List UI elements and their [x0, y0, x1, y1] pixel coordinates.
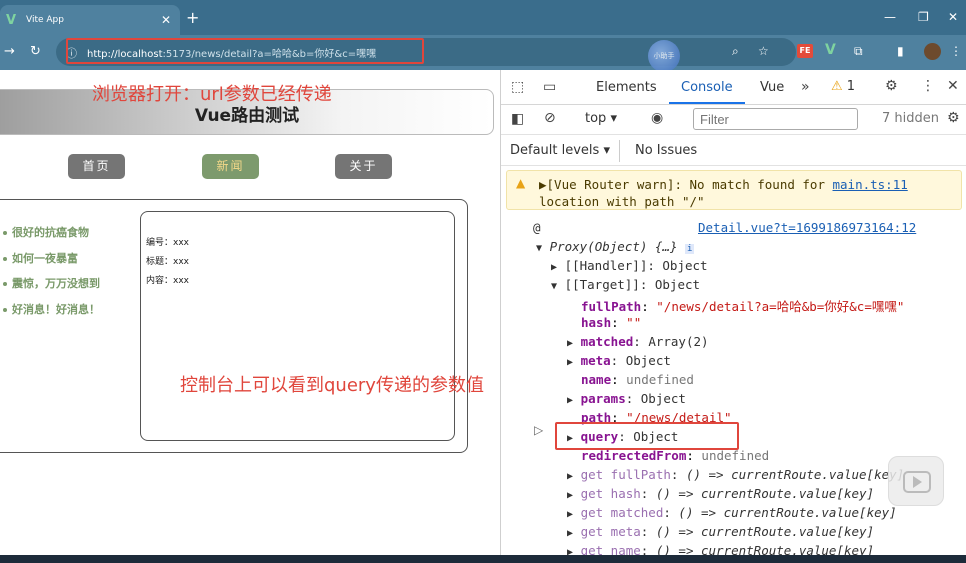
- context-selector[interactable]: top ▾: [585, 111, 617, 126]
- browser-tab-bar: V Vite App ✕ + — ❐ ✕: [0, 0, 966, 35]
- restore-icon[interactable]: ❐: [918, 10, 929, 24]
- play-icon: [913, 476, 922, 488]
- nav-about-link[interactable]: 关于: [335, 154, 392, 179]
- browser-tab[interactable]: V Vite App ✕: [0, 5, 180, 35]
- clear-console-icon[interactable]: ⊘: [544, 110, 556, 126]
- tab-elements[interactable]: Elements: [596, 80, 657, 95]
- extensions-puzzle-icon[interactable]: ⧉: [854, 44, 863, 59]
- device-toolbar-icon[interactable]: ▭: [543, 79, 556, 95]
- tab-console[interactable]: Console: [681, 80, 733, 95]
- page-viewport: Vue路由测试 浏览器打开：url参数已经传递 首页 新闻 关于 很好的抗癌食物…: [0, 70, 500, 555]
- prop-hash[interactable]: hash: "": [581, 315, 641, 330]
- target-row[interactable]: ▼ [[Target]]: Object: [551, 277, 700, 292]
- getter-row[interactable]: ▶ get fullPath: () => currentRoute.value…: [567, 467, 904, 482]
- vue-devtools-extension-icon[interactable]: V: [825, 42, 836, 58]
- prop-params[interactable]: ▶ params: Object: [567, 391, 686, 406]
- annotation-url-params: 浏览器打开：url参数已经传递: [92, 84, 332, 105]
- live-expression-eye-icon[interactable]: ◉: [651, 110, 663, 126]
- new-tab-button[interactable]: +: [186, 8, 199, 27]
- warnings-badge[interactable]: ⚠ 1: [831, 79, 855, 94]
- divider: [619, 140, 620, 162]
- news-list-item[interactable]: 如何一夜暴富: [3, 250, 78, 266]
- devtools-menu-icon[interactable]: ⋮: [921, 78, 935, 94]
- proxy-object-row[interactable]: ▼ Proxy(Object) {…} i: [536, 239, 695, 254]
- prop-redirectedfrom[interactable]: redirectedFrom: undefined: [581, 448, 769, 463]
- annotation-console-query: 控制台上可以看到query传递的参数值: [180, 375, 484, 396]
- prop-matched[interactable]: ▶ matched: Array(2): [567, 334, 709, 349]
- news-list-item[interactable]: 震惊，万万没想到: [3, 275, 100, 291]
- minimize-icon[interactable]: —: [884, 10, 896, 24]
- zoom-icon[interactable]: ⌕: [732, 44, 739, 59]
- fe-extension-icon[interactable]: FE: [797, 44, 813, 58]
- detail-id: 编号：xxx: [146, 238, 189, 248]
- issues-status[interactable]: No Issues: [635, 143, 697, 158]
- log-source-link[interactable]: Detail.vue?t=1699186973164:12: [698, 220, 916, 235]
- close-devtools-icon[interactable]: ✕: [947, 78, 959, 94]
- console-settings-icon[interactable]: ⚙: [947, 110, 960, 126]
- warning-text[interactable]: ▶[Vue Router warn]: No match found for: [539, 177, 833, 192]
- prop-name[interactable]: name: undefined: [581, 372, 694, 387]
- more-tabs-icon[interactable]: »: [801, 79, 810, 95]
- menu-dots-icon[interactable]: ⋮: [950, 44, 962, 58]
- reload-icon[interactable]: ↻: [30, 44, 41, 59]
- prop-meta[interactable]: ▶ meta: Object: [567, 353, 671, 368]
- close-window-icon[interactable]: ✕: [948, 10, 958, 24]
- query-highlight-box: [555, 422, 739, 450]
- warning-source-link[interactable]: main.ts:11: [833, 177, 908, 192]
- getter-row[interactable]: ▶ get matched: () => currentRoute.value[…: [567, 505, 897, 520]
- settings-gear-icon[interactable]: ⚙: [885, 78, 898, 94]
- bookmark-star-icon[interactable]: ☆: [758, 44, 769, 58]
- getter-row[interactable]: ▶ get meta: () => currentRoute.value[key…: [567, 524, 874, 539]
- devtools-tab-bar: ⬚ ▭ Elements Console Vue » ⚠ 1 ⚙ ⋮ ✕: [501, 70, 966, 105]
- tab-title: Vite App: [26, 15, 64, 25]
- nav-home-link[interactable]: 首页: [68, 154, 125, 179]
- warning-text-line2: location with path "/": [539, 194, 705, 209]
- news-list-item[interactable]: 好消息！好消息！: [3, 301, 100, 317]
- mouse-cursor-icon: ▷: [534, 423, 544, 437]
- vite-favicon-icon: V: [6, 12, 17, 28]
- active-tab-indicator: [669, 102, 745, 104]
- detail-content: 内容：xxx: [146, 276, 189, 286]
- prop-fullpath[interactable]: fullPath: "/news/detail?a=哈哈&b=你好&c=嘿嘿": [581, 296, 904, 315]
- inspect-element-icon[interactable]: ⬚: [511, 79, 524, 95]
- router-warning-message: ▲ ▶[Vue Router warn]: No match found for…: [506, 170, 962, 210]
- default-levels-dropdown[interactable]: Default levels ▾: [510, 143, 610, 158]
- getter-row[interactable]: ▶ get hash: () => currentRoute.value[key…: [567, 486, 874, 501]
- news-list-item[interactable]: 很好的抗癌食物: [3, 224, 89, 240]
- os-taskbar: [0, 555, 966, 563]
- handler-row[interactable]: ▶ [[Handler]]: Object: [551, 258, 708, 273]
- sidepanel-icon[interactable]: ▮: [897, 44, 904, 58]
- log-at-symbol: @: [533, 220, 541, 235]
- sidebar-toggle-icon[interactable]: ◧: [511, 111, 524, 127]
- nav-news-link[interactable]: 新闻: [202, 154, 259, 179]
- filter-input[interactable]: [693, 108, 858, 130]
- hidden-count: 7 hidden: [882, 111, 939, 126]
- warning-icon: ▲: [516, 176, 526, 190]
- profile-avatar[interactable]: [924, 43, 941, 60]
- assistant-bubble-icon[interactable]: 小助手: [648, 40, 680, 72]
- url-highlight-box: [66, 38, 424, 64]
- close-tab-icon[interactable]: ✕: [158, 13, 174, 27]
- tab-vue[interactable]: Vue: [760, 80, 784, 95]
- forward-icon[interactable]: →: [4, 44, 15, 59]
- video-player-overlay[interactable]: [888, 456, 944, 506]
- detail-title: 标题：xxx: [146, 257, 189, 267]
